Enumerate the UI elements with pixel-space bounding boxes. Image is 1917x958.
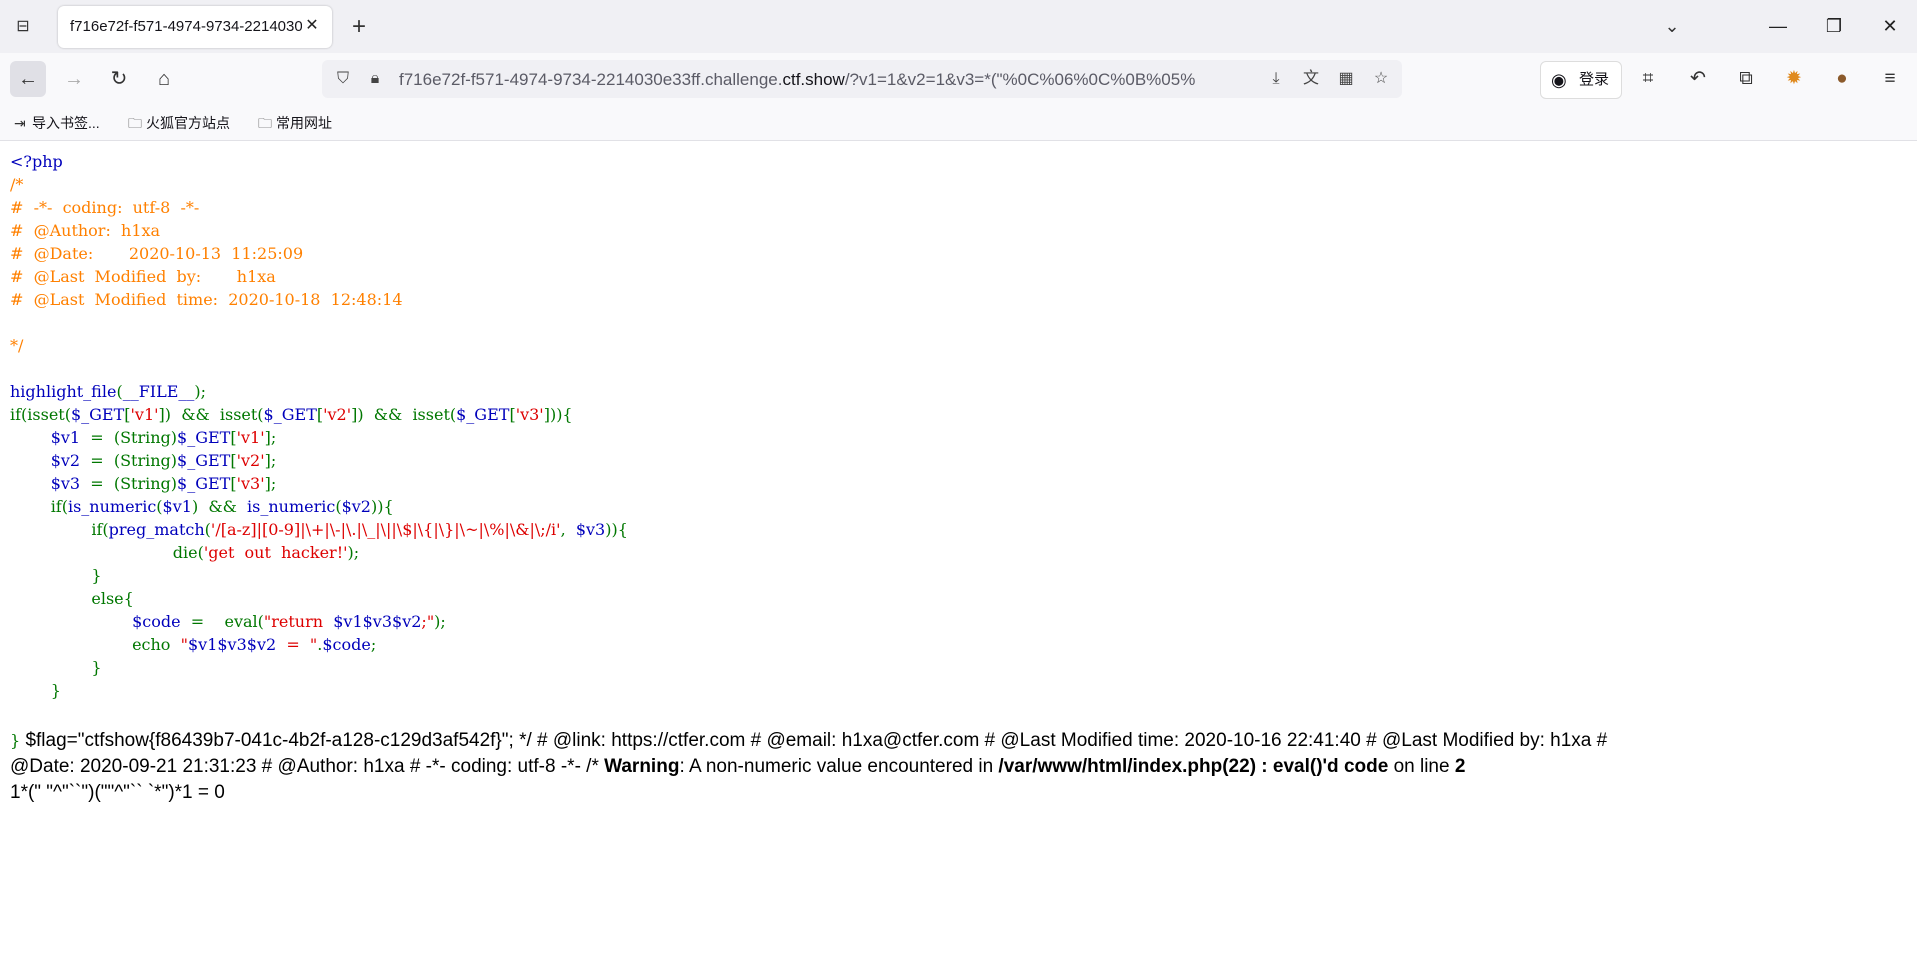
minimize-icon[interactable]: — bbox=[1760, 10, 1796, 42]
output-line-1: } $flag="ctfshow{f86439b7-041c-4b2f-a128… bbox=[10, 728, 1900, 754]
back-icon[interactable]: ← bbox=[10, 61, 46, 97]
bookmark-label: 导入书签... bbox=[32, 115, 100, 131]
url-bar[interactable]: ⛉ 🔒︎ f716e72f-f571-4974-9734-2214030e33f… bbox=[322, 60, 1402, 98]
import-icon: ⇥ bbox=[14, 115, 26, 131]
warning-message: : A non-numeric value encountered in bbox=[679, 756, 999, 777]
folder-icon: 🗀︎ bbox=[258, 115, 272, 131]
menu-icon[interactable]: ≡ bbox=[1874, 63, 1906, 95]
qr-code-icon[interactable]: ▦ bbox=[1334, 68, 1358, 90]
extension-fox-icon[interactable]: ✹ bbox=[1778, 63, 1810, 95]
code-comment-line: # @Last Modified by: h1xa bbox=[10, 267, 276, 286]
code-comment-line: /* bbox=[10, 175, 24, 194]
bookmark-star-icon[interactable]: ☆ bbox=[1369, 68, 1393, 90]
bookmark-label: 火狐官方站点 bbox=[146, 115, 230, 131]
home-icon[interactable]: ⌂ bbox=[146, 61, 182, 97]
comment-text: @Date: 2020-09-21 21:31:23 # @Author: h1… bbox=[10, 756, 605, 777]
bookmark-firefox-site[interactable]: 🗀︎ 火狐官方站点 bbox=[128, 113, 230, 133]
lock-icon[interactable]: 🔒︎ bbox=[364, 68, 386, 90]
warning-path: /var/www/html/index.php(22) : eval()'d c… bbox=[998, 756, 1389, 777]
login-button[interactable]: ◉ 登录 bbox=[1540, 61, 1622, 99]
code-comment-line: # @Author: h1xa bbox=[10, 221, 161, 240]
chevron-down-icon[interactable]: ⌄ bbox=[1660, 14, 1684, 38]
url-text[interactable]: f716e72f-f571-4974-9734-2214030e33ff.cha… bbox=[399, 70, 1259, 90]
close-icon[interactable]: ✕ bbox=[302, 16, 322, 36]
reload-icon[interactable]: ↻ bbox=[101, 61, 137, 97]
bookmark-label: 常用网址 bbox=[276, 115, 332, 131]
active-tab[interactable]: f716e72f-f571-4974-9734-2214030e33ff.cha… bbox=[58, 6, 332, 48]
download-icon[interactable]: ⤓ bbox=[1264, 68, 1288, 90]
warning-label: Warning bbox=[604, 756, 680, 777]
page-output: } $flag="ctfshow{f86439b7-041c-4b2f-a128… bbox=[10, 728, 1900, 806]
code-comment-line: # @Last Modified time: 2020-10-18 12:48:… bbox=[10, 290, 403, 309]
warning-line-number: 2 bbox=[1454, 756, 1466, 777]
account-icon: ◉ bbox=[1551, 70, 1567, 90]
extensions-icon[interactable]: ⧉ bbox=[1730, 63, 1762, 95]
screenshot-crop-icon[interactable]: ⌗ bbox=[1632, 63, 1664, 95]
flag-text: $flag="ctfshow{f86439b7-041c-4b2f-a128-c… bbox=[20, 730, 1608, 751]
tab-list-icon[interactable]: ⊟ bbox=[12, 16, 34, 38]
undo-icon[interactable]: ↶ bbox=[1682, 63, 1714, 95]
output-line-3: 1*(" "^"``")(""^"`` `*")*1 = 0 bbox=[10, 782, 225, 803]
bookmark-import[interactable]: ⇥ 导入书签... bbox=[14, 113, 100, 133]
translate-icon[interactable]: 文 bbox=[1299, 68, 1323, 90]
tab-title: f716e72f-f571-4974-9734-2214030e33ff.cha… bbox=[70, 18, 302, 35]
shield-icon[interactable]: ⛉ bbox=[332, 68, 354, 90]
highlighted-source: <?php /* # -*- coding: utf-8 -*- # @Auth… bbox=[10, 152, 628, 700]
tab-strip: ⊟ f716e72f-f571-4974-9734-2214030e33ff.c… bbox=[0, 0, 1917, 53]
warning-on-line: on line bbox=[1388, 756, 1455, 777]
closing-brace: } bbox=[10, 731, 21, 750]
cookie-icon[interactable]: ● bbox=[1826, 63, 1858, 95]
code-comment-line: # @Date: 2020-10-13 11:25:09 bbox=[10, 244, 304, 263]
window-close-icon[interactable]: ✕ bbox=[1872, 10, 1908, 42]
bookmark-common-sites[interactable]: 🗀︎ 常用网址 bbox=[258, 113, 332, 133]
login-label: 登录 bbox=[1579, 71, 1610, 88]
restore-icon[interactable]: ❐ bbox=[1816, 10, 1852, 42]
folder-icon: 🗀︎ bbox=[128, 115, 142, 131]
code-comment-line: # -*- coding: utf-8 -*- bbox=[10, 198, 200, 217]
code-comment-line: */ bbox=[10, 336, 24, 355]
navigation-bar: ← → ↻ ⌂ ⛉ 🔒︎ f716e72f-f571-4974-9734-221… bbox=[0, 53, 1917, 105]
output-line-2: @Date: 2020-09-21 21:31:23 # @Author: h1… bbox=[10, 754, 1900, 780]
php-open-tag: <?php bbox=[10, 152, 63, 171]
bookmarks-bar: ⇥ 导入书签... 🗀︎ 火狐官方站点 🗀︎ 常用网址 bbox=[0, 105, 1917, 141]
forward-icon[interactable]: → bbox=[56, 61, 92, 97]
new-tab-icon[interactable]: + bbox=[346, 14, 372, 40]
